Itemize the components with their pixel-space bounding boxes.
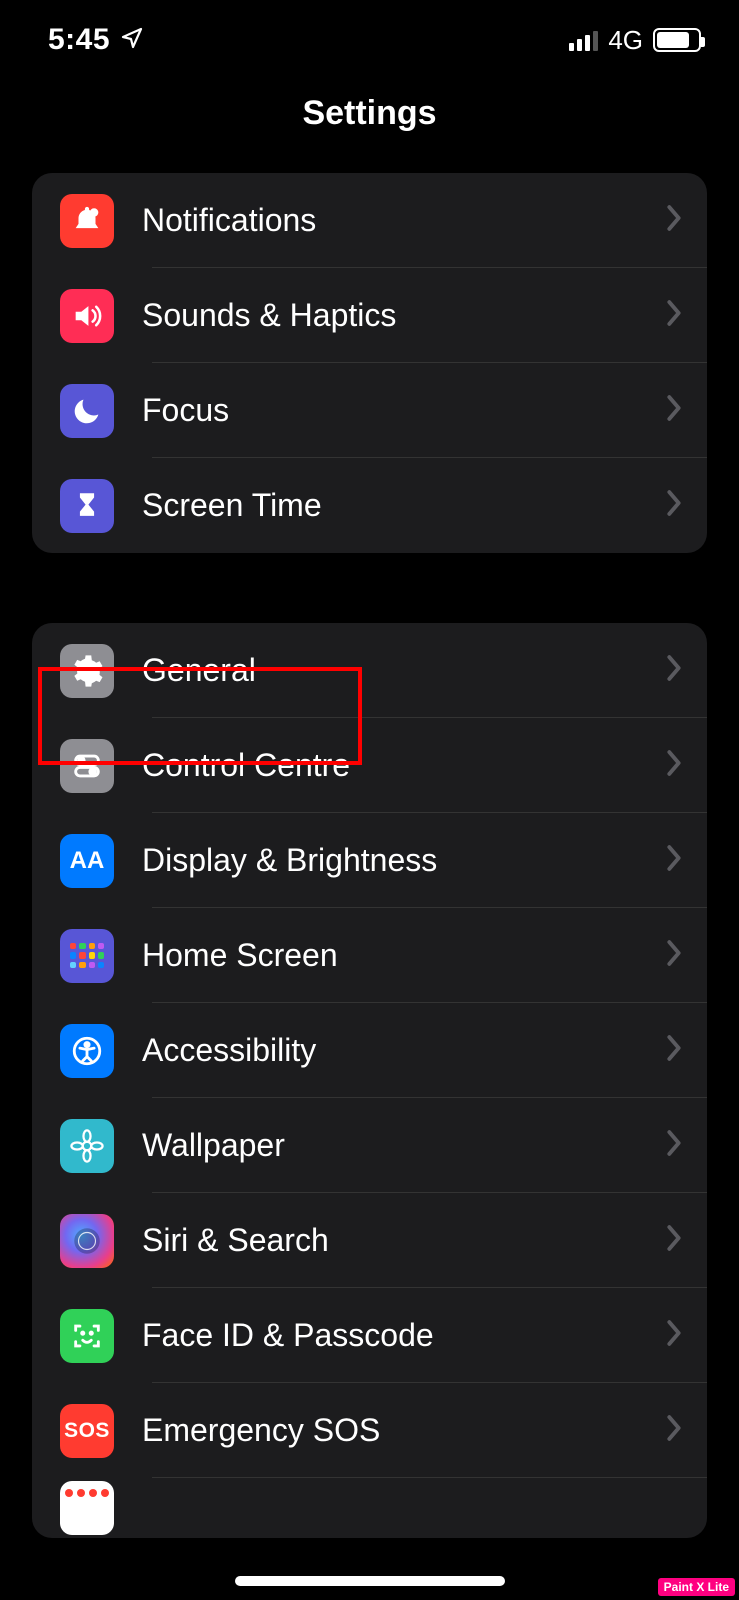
- row-label: Accessibility: [142, 1032, 665, 1069]
- status-bar: 5:45 4G: [0, 0, 739, 70]
- chevron-right-icon: [665, 939, 683, 972]
- page-title: Settings: [0, 94, 739, 133]
- cellular-signal-icon: [569, 29, 598, 51]
- row-emergency-sos[interactable]: SOS Emergency SOS: [32, 1383, 707, 1478]
- chevron-right-icon: [665, 1319, 683, 1352]
- bell-icon: [60, 194, 114, 248]
- text-size-icon: AA: [60, 834, 114, 888]
- network-type: 4G: [608, 25, 643, 56]
- hourglass-icon: [60, 479, 114, 533]
- status-right: 4G: [569, 25, 701, 56]
- chevron-right-icon: [665, 394, 683, 427]
- row-label: Sounds & Haptics: [142, 297, 665, 334]
- row-label: Display & Brightness: [142, 842, 665, 879]
- chevron-right-icon: [665, 749, 683, 782]
- home-indicator[interactable]: [235, 1576, 505, 1586]
- row-partial-next[interactable]: [32, 1478, 707, 1538]
- aa-glyph: AA: [70, 847, 105, 875]
- speaker-icon: [60, 289, 114, 343]
- row-general[interactable]: General: [32, 623, 707, 718]
- chevron-right-icon: [665, 1224, 683, 1257]
- row-face-id-passcode[interactable]: Face ID & Passcode: [32, 1288, 707, 1383]
- chevron-right-icon: [665, 299, 683, 332]
- chevron-right-icon: [665, 844, 683, 877]
- chevron-right-icon: [665, 489, 683, 522]
- chevron-right-icon: [665, 204, 683, 237]
- row-home-screen[interactable]: Home Screen: [32, 908, 707, 1003]
- row-label: Focus: [142, 392, 665, 429]
- sos-icon: SOS: [60, 1404, 114, 1458]
- row-control-centre[interactable]: Control Centre: [32, 718, 707, 813]
- status-left: 5:45: [48, 23, 144, 57]
- row-label: Face ID & Passcode: [142, 1317, 665, 1354]
- moon-icon: [60, 384, 114, 438]
- row-label: Wallpaper: [142, 1127, 665, 1164]
- row-wallpaper[interactable]: Wallpaper: [32, 1098, 707, 1193]
- gear-icon: [60, 644, 114, 698]
- row-label: Emergency SOS: [142, 1412, 665, 1449]
- row-label: General: [142, 652, 665, 689]
- page-header: Settings: [0, 70, 739, 173]
- status-time: 5:45: [48, 23, 110, 57]
- settings-group-1: Notifications Sounds & Haptics Focus Scr…: [32, 173, 707, 553]
- sos-glyph: SOS: [64, 1419, 110, 1443]
- chevron-right-icon: [665, 1129, 683, 1162]
- face-id-icon: [60, 1309, 114, 1363]
- accessibility-icon: [60, 1024, 114, 1078]
- settings-group-2: General Control Centre AA Display & Brig…: [32, 623, 707, 1538]
- row-accessibility[interactable]: Accessibility: [32, 1003, 707, 1098]
- row-display-brightness[interactable]: AA Display & Brightness: [32, 813, 707, 908]
- app-grid-icon: [60, 929, 114, 983]
- toggles-icon: [60, 739, 114, 793]
- row-label: Notifications: [142, 202, 665, 239]
- chevron-right-icon: [665, 1034, 683, 1067]
- watermark: Paint X Lite: [658, 1578, 735, 1596]
- battery-icon: [653, 28, 701, 52]
- chevron-right-icon: [665, 654, 683, 687]
- flower-icon: [60, 1119, 114, 1173]
- siri-icon: [60, 1214, 114, 1268]
- row-label: Screen Time: [142, 487, 665, 524]
- row-label: Siri & Search: [142, 1222, 665, 1259]
- row-screen-time[interactable]: Screen Time: [32, 458, 707, 553]
- row-notifications[interactable]: Notifications: [32, 173, 707, 268]
- row-sounds-haptics[interactable]: Sounds & Haptics: [32, 268, 707, 363]
- chevron-right-icon: [665, 1414, 683, 1447]
- row-focus[interactable]: Focus: [32, 363, 707, 458]
- row-label: Control Centre: [142, 747, 665, 784]
- row-siri-search[interactable]: Siri & Search: [32, 1193, 707, 1288]
- location-icon: [120, 26, 144, 55]
- row-label: Home Screen: [142, 937, 665, 974]
- exposure-icon: [60, 1481, 114, 1535]
